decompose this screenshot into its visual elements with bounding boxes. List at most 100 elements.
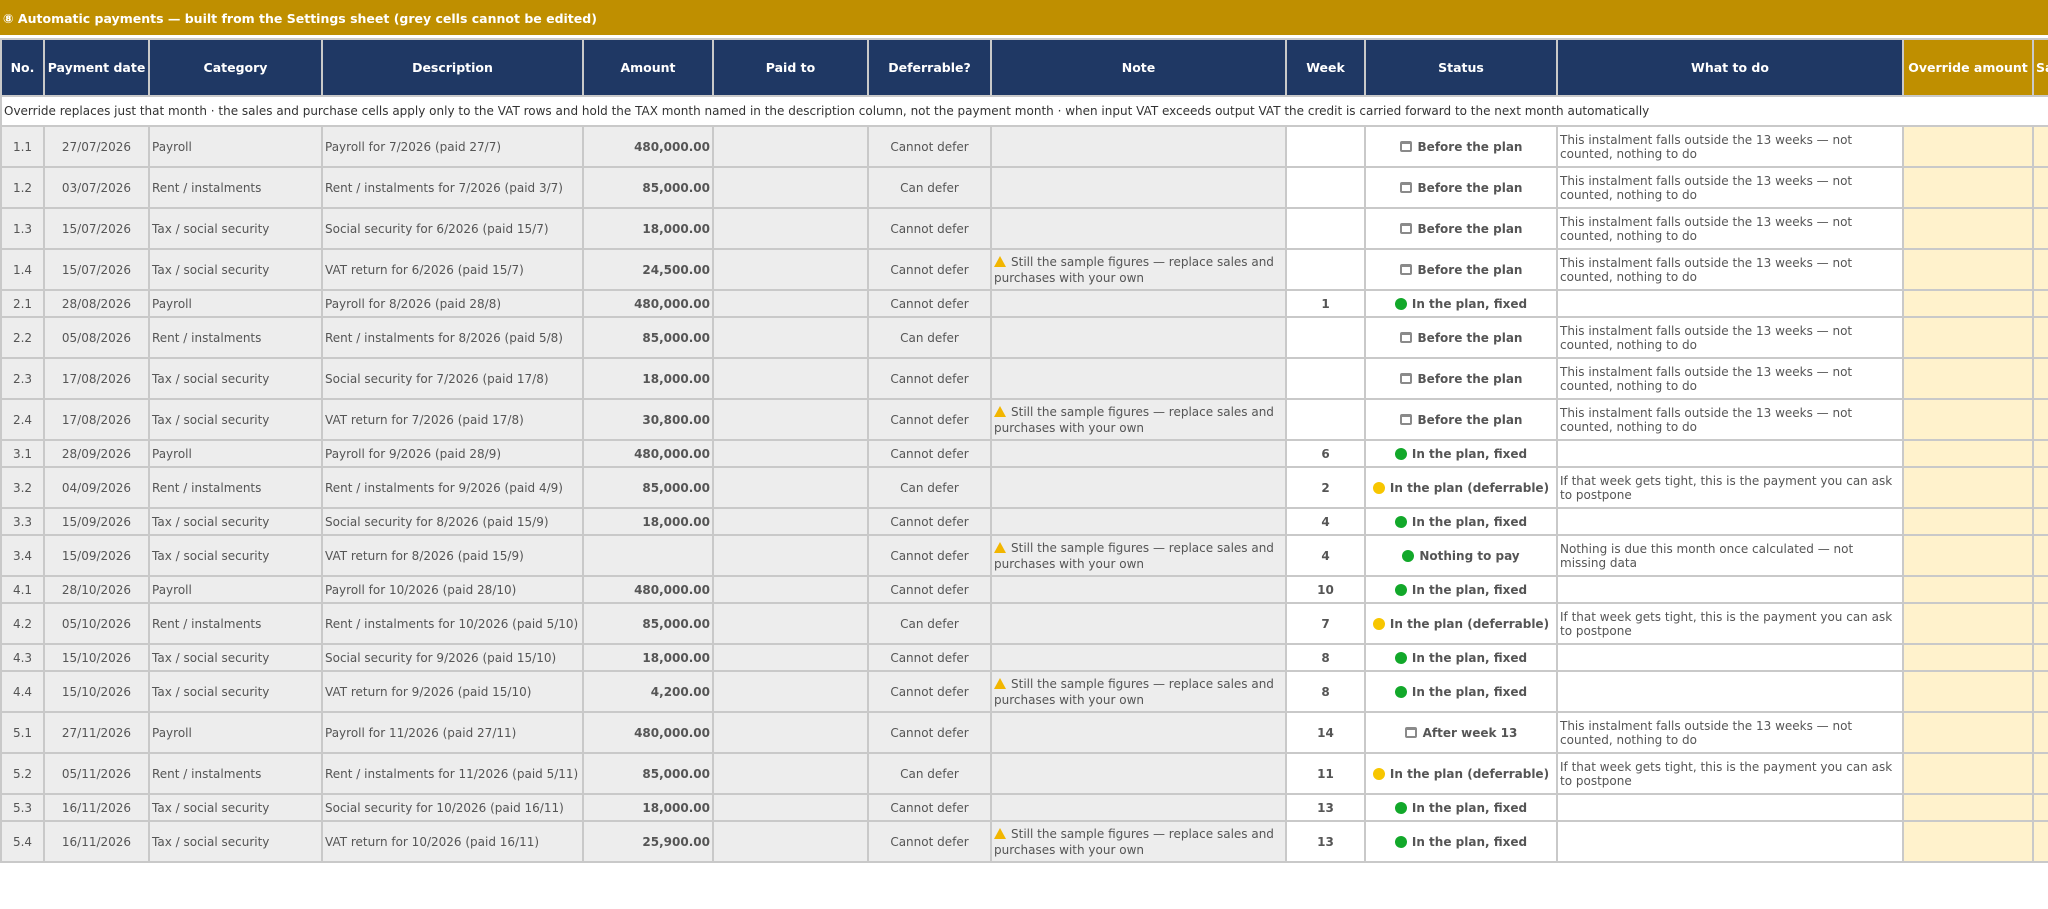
cell-paid-to[interactable] — [712, 398, 869, 441]
cell-description[interactable]: Payroll for 10/2026 (paid 28/10) — [321, 575, 584, 604]
cell-what-to-do[interactable] — [1556, 643, 1904, 672]
cell-amount[interactable]: 480,000.00 — [582, 711, 714, 754]
cell-what-to-do[interactable]: If that week gets tight, this is the pay… — [1556, 602, 1904, 645]
cell-no[interactable]: 3.2 — [0, 466, 45, 509]
cell-week[interactable] — [1285, 248, 1366, 291]
cell-payment-date[interactable]: 27/07/2026 — [43, 125, 150, 168]
column-header-override-amount[interactable]: Override amount — [1902, 38, 2034, 97]
cell-deferrable[interactable]: Cannot defer — [867, 207, 992, 250]
cell-category[interactable]: Rent / instalments — [148, 316, 323, 359]
cell-description[interactable]: Payroll for 11/2026 (paid 27/11) — [321, 711, 584, 754]
cell-override-amount[interactable] — [1902, 602, 2034, 645]
cell-status[interactable]: Nothing to pay — [1364, 534, 1558, 577]
cell-payment-date[interactable]: 15/10/2026 — [43, 670, 150, 713]
cell-no[interactable]: 2.4 — [0, 398, 45, 441]
cell-what-to-do[interactable] — [1556, 820, 1904, 863]
cell-truncated[interactable] — [2032, 316, 2048, 359]
cell-no[interactable]: 5.2 — [0, 752, 45, 795]
cell-what-to-do[interactable]: This instalment falls outside the 13 wee… — [1556, 207, 1904, 250]
cell-week[interactable]: 11 — [1285, 752, 1366, 795]
cell-amount[interactable]: 85,000.00 — [582, 602, 714, 645]
cell-override-amount[interactable] — [1902, 575, 2034, 604]
cell-truncated[interactable] — [2032, 534, 2048, 577]
cell-amount[interactable]: 480,000.00 — [582, 289, 714, 318]
cell-paid-to[interactable] — [712, 439, 869, 468]
cell-week[interactable]: 8 — [1285, 643, 1366, 672]
cell-deferrable[interactable]: Can defer — [867, 166, 992, 209]
cell-amount[interactable]: 18,000.00 — [582, 643, 714, 672]
cell-paid-to[interactable] — [712, 125, 869, 168]
cell-no[interactable]: 2.2 — [0, 316, 45, 359]
cell-description[interactable]: Rent / instalments for 9/2026 (paid 4/9) — [321, 466, 584, 509]
cell-payment-date[interactable]: 16/11/2026 — [43, 820, 150, 863]
cell-status[interactable]: In the plan, fixed — [1364, 575, 1558, 604]
cell-amount[interactable]: 24,500.00 — [582, 248, 714, 291]
cell-override-amount[interactable] — [1902, 711, 2034, 754]
cell-category[interactable]: Tax / social security — [148, 507, 323, 536]
cell-paid-to[interactable] — [712, 289, 869, 318]
cell-deferrable[interactable]: Cannot defer — [867, 289, 992, 318]
cell-note[interactable] — [990, 166, 1287, 209]
cell-week[interactable] — [1285, 357, 1366, 400]
cell-deferrable[interactable]: Can defer — [867, 602, 992, 645]
column-header-week[interactable]: Week — [1285, 38, 1366, 97]
cell-truncated[interactable] — [2032, 248, 2048, 291]
cell-deferrable[interactable]: Can defer — [867, 316, 992, 359]
cell-description[interactable]: Social security for 7/2026 (paid 17/8) — [321, 357, 584, 400]
cell-category[interactable]: Tax / social security — [148, 207, 323, 250]
cell-category[interactable]: Payroll — [148, 711, 323, 754]
cell-status[interactable]: Before the plan — [1364, 357, 1558, 400]
cell-category[interactable]: Tax / social security — [148, 670, 323, 713]
cell-amount[interactable]: 30,800.00 — [582, 398, 714, 441]
cell-deferrable[interactable]: Cannot defer — [867, 575, 992, 604]
cell-note[interactable] — [990, 507, 1287, 536]
cell-paid-to[interactable] — [712, 793, 869, 822]
cell-week[interactable]: 8 — [1285, 670, 1366, 713]
column-header-note[interactable]: Note — [990, 38, 1287, 97]
cell-status[interactable]: In the plan (deferrable) — [1364, 752, 1558, 795]
cell-week[interactable]: 1 — [1285, 289, 1366, 318]
cell-what-to-do[interactable] — [1556, 289, 1904, 318]
cell-description[interactable]: VAT return for 7/2026 (paid 17/8) — [321, 398, 584, 441]
cell-truncated[interactable] — [2032, 575, 2048, 604]
cell-deferrable[interactable]: Cannot defer — [867, 534, 992, 577]
cell-note[interactable] — [990, 125, 1287, 168]
cell-what-to-do[interactable] — [1556, 439, 1904, 468]
cell-truncated[interactable] — [2032, 602, 2048, 645]
cell-amount[interactable]: 480,000.00 — [582, 575, 714, 604]
cell-week[interactable]: 13 — [1285, 820, 1366, 863]
cell-amount[interactable]: 18,000.00 — [582, 507, 714, 536]
cell-truncated[interactable] — [2032, 670, 2048, 713]
cell-note[interactable] — [990, 575, 1287, 604]
cell-note[interactable]: Still the sample figures — replace sales… — [990, 398, 1287, 441]
column-header-category[interactable]: Category — [148, 38, 323, 97]
column-header-truncated[interactable]: Sa — [2032, 38, 2048, 97]
cell-paid-to[interactable] — [712, 534, 869, 577]
cell-amount[interactable]: 480,000.00 — [582, 125, 714, 168]
cell-deferrable[interactable]: Can defer — [867, 752, 992, 795]
cell-no[interactable]: 5.1 — [0, 711, 45, 754]
cell-category[interactable]: Payroll — [148, 289, 323, 318]
cell-paid-to[interactable] — [712, 575, 869, 604]
cell-what-to-do[interactable] — [1556, 507, 1904, 536]
cell-note[interactable]: Still the sample figures — replace sales… — [990, 820, 1287, 863]
cell-week[interactable] — [1285, 207, 1366, 250]
cell-paid-to[interactable] — [712, 670, 869, 713]
cell-no[interactable]: 1.2 — [0, 166, 45, 209]
cell-what-to-do[interactable] — [1556, 670, 1904, 713]
cell-override-amount[interactable] — [1902, 439, 2034, 468]
column-header-status[interactable]: Status — [1364, 38, 1558, 97]
cell-payment-date[interactable]: 15/09/2026 — [43, 507, 150, 536]
cell-payment-date[interactable]: 28/10/2026 — [43, 575, 150, 604]
cell-status[interactable]: In the plan, fixed — [1364, 793, 1558, 822]
cell-deferrable[interactable]: Cannot defer — [867, 439, 992, 468]
cell-note[interactable] — [990, 602, 1287, 645]
cell-no[interactable]: 3.1 — [0, 439, 45, 468]
cell-deferrable[interactable]: Cannot defer — [867, 357, 992, 400]
cell-what-to-do[interactable]: This instalment falls outside the 13 wee… — [1556, 248, 1904, 291]
cell-no[interactable]: 1.4 — [0, 248, 45, 291]
cell-category[interactable]: Tax / social security — [148, 793, 323, 822]
column-header-no[interactable]: No. — [0, 38, 45, 97]
cell-status[interactable]: In the plan, fixed — [1364, 643, 1558, 672]
cell-note[interactable] — [990, 357, 1287, 400]
